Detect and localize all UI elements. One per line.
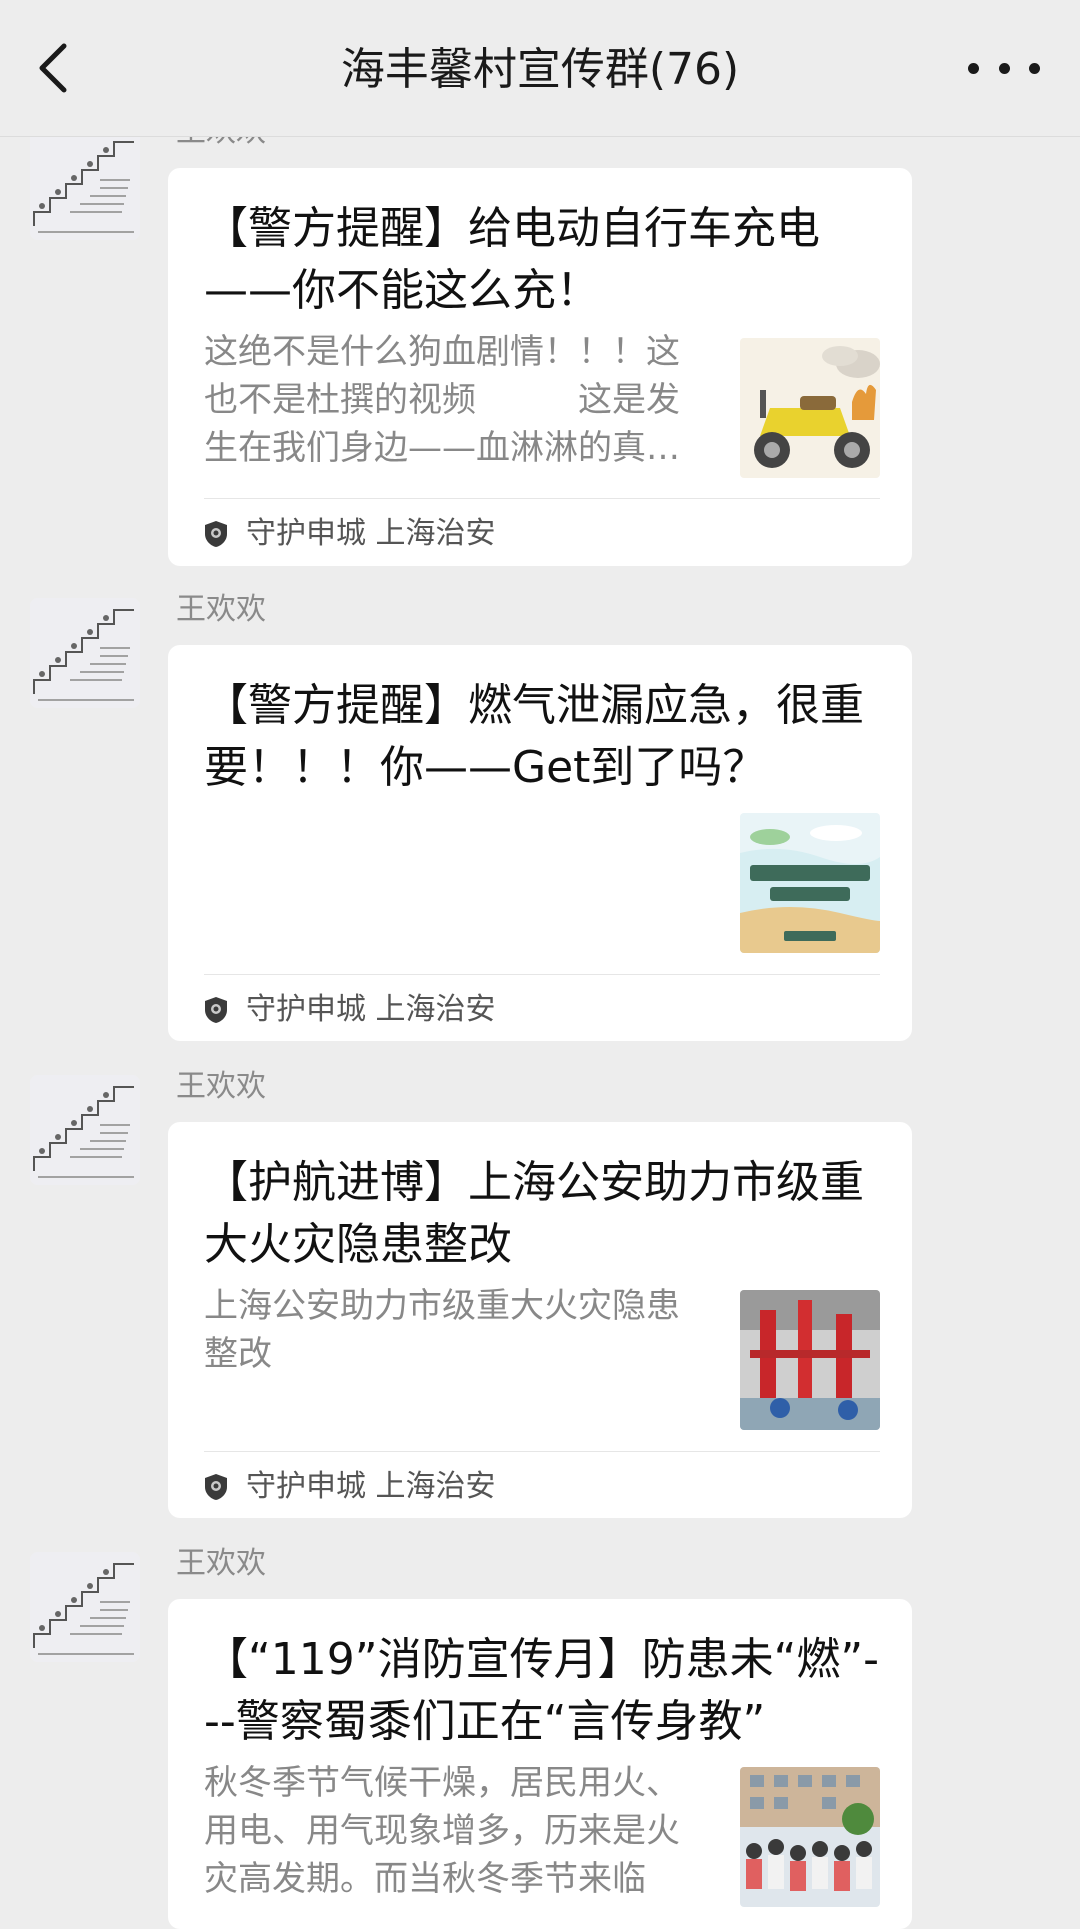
article-card[interactable]: 【“119”消防宣传月】防患未“燃”---警察蜀黍们正在“言传身教” 秋冬季节气… bbox=[168, 1599, 912, 1929]
card-divider bbox=[204, 1451, 880, 1452]
chat-title: 海丰馨村宣传群(76) bbox=[340, 44, 740, 95]
scooter-fire-image bbox=[740, 338, 880, 478]
article-card[interactable]: 【警方提醒】燃气泄漏应急，很重要！！！你——Get到了吗？ 守护申城 上海治安 bbox=[168, 645, 912, 1041]
article-thumbnail bbox=[740, 1767, 880, 1907]
police-badge-icon bbox=[204, 520, 228, 548]
article-thumbnail bbox=[740, 813, 880, 953]
sender-name: 王欢欢 bbox=[176, 1546, 266, 1581]
sketch-stairs-avatar-icon bbox=[30, 1552, 140, 1662]
more-dot-icon bbox=[1029, 62, 1040, 74]
gas-leak-poster-image bbox=[740, 813, 880, 953]
chat-header: 海丰馨村宣传群(76) bbox=[0, 0, 1080, 137]
article-source: 守护申城 上海治安 bbox=[204, 990, 496, 1030]
sender-name: 王欢欢 bbox=[176, 592, 266, 627]
sketch-stairs-avatar-icon bbox=[30, 1075, 140, 1185]
source-name: 守护申城 上海治安 bbox=[246, 1469, 496, 1504]
avatar[interactable] bbox=[30, 130, 140, 240]
article-summary: 上海公安助力市级重大火灾隐患整改 bbox=[204, 1286, 680, 1374]
article-thumbnail bbox=[740, 338, 880, 478]
more-dot-icon bbox=[968, 62, 979, 74]
article-title: 【护航进博】上海公安助力市级重大火灾隐患整改 bbox=[204, 1157, 864, 1270]
card-divider bbox=[204, 974, 880, 975]
police-badge-icon bbox=[204, 1473, 228, 1501]
article-title: 【“119”消防宣传月】防患未“燃”---警察蜀黍们正在“言传身教” bbox=[204, 1634, 880, 1747]
source-name: 守护申城 上海治安 bbox=[246, 516, 496, 551]
sketch-stairs-avatar-icon bbox=[30, 130, 140, 240]
article-source: 守护申城 上海治安 bbox=[204, 514, 496, 554]
fire-pump-room-image bbox=[740, 1290, 880, 1430]
avatar[interactable] bbox=[30, 1075, 140, 1185]
article-card[interactable]: 【护航进博】上海公安助力市级重大火灾隐患整改 上海公安助力市级重大火灾隐患整改 … bbox=[168, 1122, 912, 1518]
chevron-left-icon bbox=[39, 43, 67, 93]
card-divider bbox=[204, 498, 880, 499]
article-card[interactable]: 【警方提醒】给电动自行车充电——你不能这么充！ 这绝不是什么狗血剧情！！！这也不… bbox=[168, 168, 912, 566]
article-summary: 这绝不是什么狗血剧情！！！这也不是杜撰的视频 这是发生在我们身边——血淋淋的真实… bbox=[204, 332, 680, 468]
more-options-button[interactable] bbox=[968, 48, 1040, 88]
police-badge-icon bbox=[204, 996, 228, 1024]
community-crowd-image bbox=[740, 1767, 880, 1907]
sender-name: 王欢欢 bbox=[176, 1069, 266, 1104]
more-dot-icon bbox=[998, 62, 1010, 74]
article-title: 【警方提醒】燃气泄漏应急，很重要！！！你——Get到了吗？ bbox=[204, 680, 864, 793]
sketch-stairs-avatar-icon bbox=[30, 598, 140, 708]
article-summary: 秋冬季节气候干燥，居民用火、用电、用气现象增多，历来是火灾高发期。而当秋冬季节来… bbox=[204, 1763, 680, 1899]
back-button[interactable] bbox=[30, 38, 78, 98]
article-thumbnail bbox=[740, 1290, 880, 1430]
avatar[interactable] bbox=[30, 598, 140, 708]
article-title: 【警方提醒】给电动自行车充电——你不能这么充！ bbox=[204, 203, 820, 316]
source-name: 守护申城 上海治安 bbox=[246, 992, 496, 1027]
avatar[interactable] bbox=[30, 1552, 140, 1662]
article-source: 守护申城 上海治安 bbox=[204, 1467, 496, 1507]
